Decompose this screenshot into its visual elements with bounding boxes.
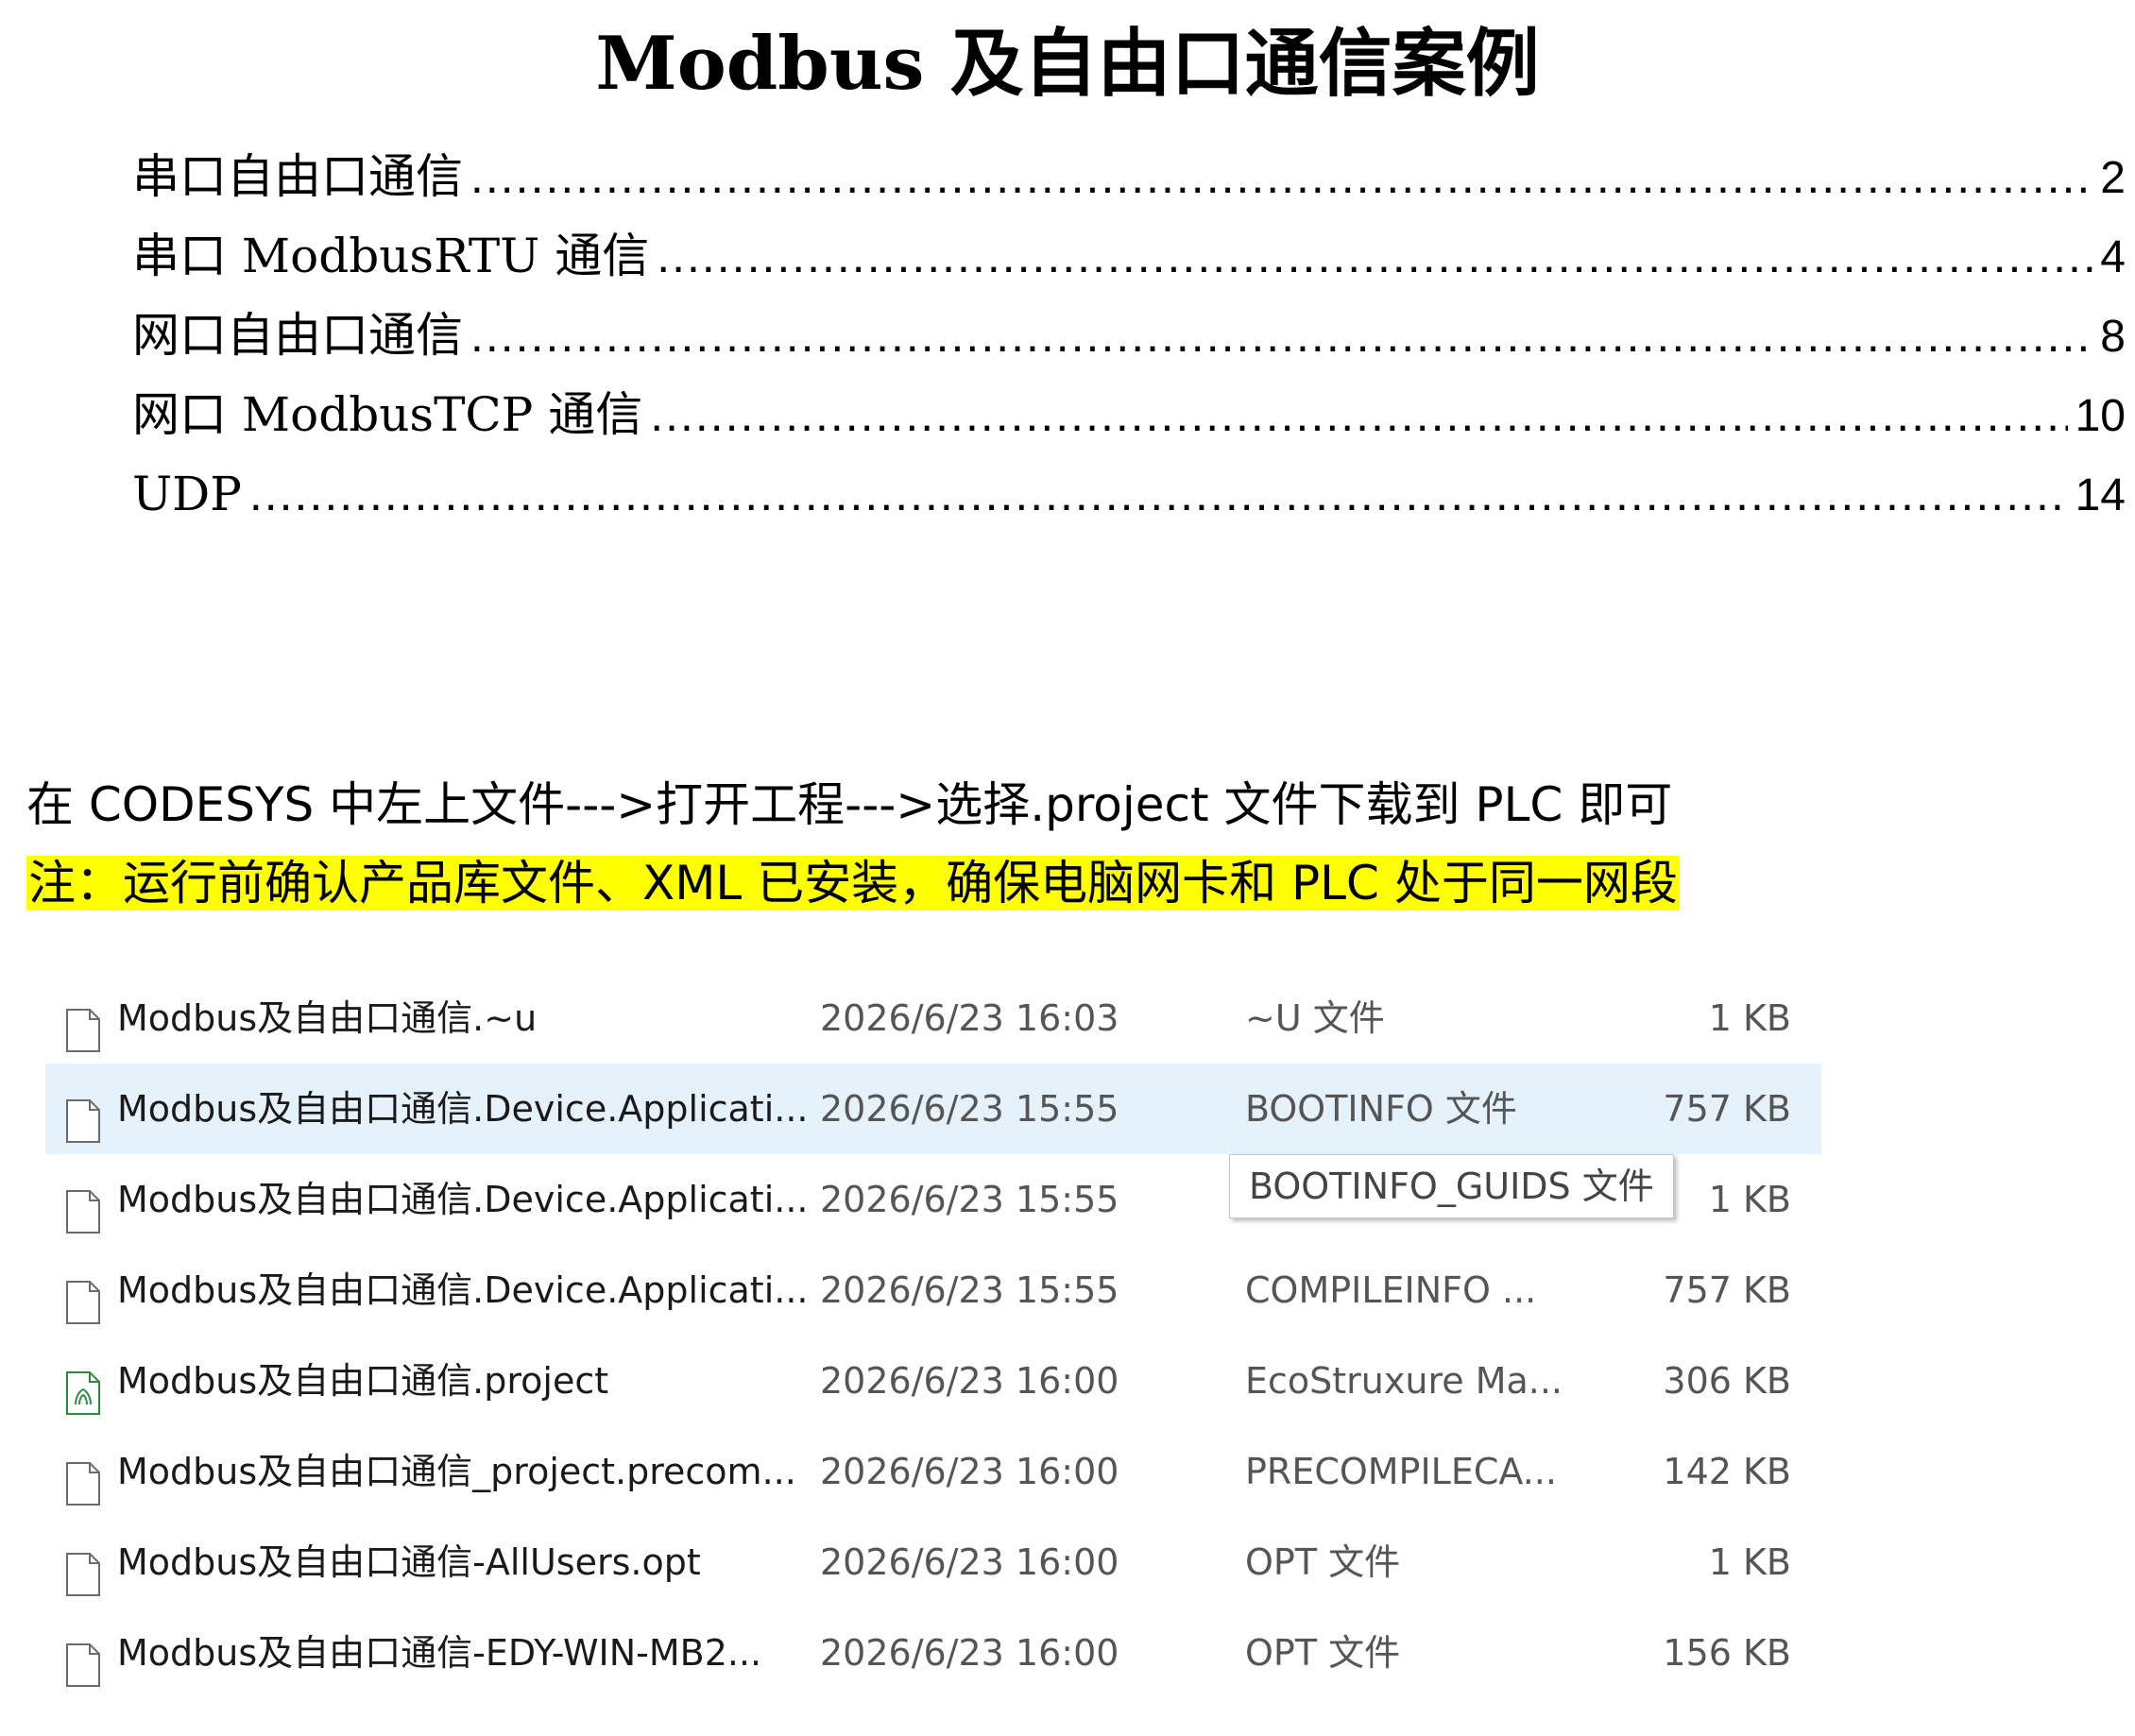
file-type: OPT 文件 [1245, 1541, 1401, 1583]
file-size: 757 KB [1663, 1088, 1791, 1130]
file-type-tooltip: BOOTINFO_GUIDS 文件 [1229, 1154, 1674, 1218]
table-of-contents: 串口自由口通信 2 串口 ModbusRTU 通信 4 网口自由口通信 8 网口… [132, 137, 2126, 534]
file-row[interactable]: Modbus及自由口通信-EDY-WIN-MB2... 2026/6/23 16… [45, 1608, 1821, 1698]
file-icon [64, 1540, 102, 1596]
file-date: 2026/6/23 15:55 [820, 1088, 1119, 1130]
file-date: 2026/6/23 15:55 [820, 1269, 1119, 1311]
toc-entry-page: 2 [2100, 153, 2126, 203]
file-icon [64, 1449, 102, 1506]
file-size: 1 KB [1708, 1179, 1791, 1220]
file-name: Modbus及自由口通信.project [117, 1360, 609, 1402]
highlighted-note: 注：运行前确认产品库文件、XML 已安装，确保电脑网卡和 PLC 处于同一网段 [26, 856, 1680, 911]
file-date: 2026/6/23 16:00 [820, 1360, 1119, 1402]
file-date: 2026/6/23 16:00 [820, 1451, 1119, 1492]
toc-entry-page: 14 [2075, 470, 2126, 520]
file-icon [64, 996, 102, 1052]
toc-leader-dots [249, 454, 2068, 534]
file-type: PRECOMPILECA... [1245, 1451, 1557, 1492]
toc-entry-label: UDP [132, 467, 242, 521]
file-name: Modbus及自由口通信.Device.Applicati... [117, 1179, 809, 1220]
toc-entry-label: 串口自由口通信 [132, 149, 463, 204]
toc-entry[interactable]: 串口自由口通信 2 [132, 137, 2126, 216]
file-name: Modbus及自由口通信.Device.Applicati... [117, 1269, 809, 1311]
toc-entry-label: 网口 ModbusTCP 通信 [132, 387, 643, 442]
file-size: 757 KB [1663, 1269, 1791, 1311]
file-icon [64, 1268, 102, 1324]
file-size: 1 KB [1708, 1541, 1791, 1583]
file-row-selected[interactable]: Modbus及自由口通信.Device.Applicati... 2026/6/… [45, 1064, 1821, 1154]
file-type: BOOTINFO 文件 [1245, 1088, 1517, 1130]
file-icon [64, 1177, 102, 1234]
file-size: 306 KB [1663, 1360, 1791, 1402]
file-date: 2026/6/23 16:00 [820, 1541, 1119, 1583]
file-type: EcoStruxure Ma... [1245, 1360, 1563, 1402]
note-line: 注：运行前确认产品库文件、XML 已安装，确保电脑网卡和 PLC 处于同一网段 [26, 845, 2105, 921]
file-date: 2026/6/23 15:55 [820, 1179, 1119, 1220]
file-icon [64, 1630, 102, 1687]
file-size: 156 KB [1663, 1632, 1791, 1674]
file-size: 142 KB [1663, 1451, 1791, 1492]
instruction-text: 在 CODESYS 中左上文件--->打开工程--->选择.project 文件… [26, 777, 1673, 832]
file-icon [64, 1086, 102, 1143]
file-date: 2026/6/23 16:03 [820, 997, 1119, 1039]
toc-entry-label: 串口 ModbusRTU 通信 [132, 229, 650, 283]
toc-entry[interactable]: 串口 ModbusRTU 通信 4 [132, 216, 2126, 296]
file-name: Modbus及自由口通信_project.precom... [117, 1451, 796, 1492]
file-row[interactable]: Modbus及自由口通信.project 2026/6/23 16:00 Eco… [45, 1336, 1821, 1426]
file-row[interactable]: Modbus及自由口通信-AllUsers.opt 2026/6/23 16:0… [45, 1517, 1821, 1608]
file-list-screenshot: Modbus及自由口通信.~u 2026/6/23 16:03 ~U 文件 1 … [45, 973, 1821, 1698]
toc-entry[interactable]: 网口 ModbusTCP 通信 10 [132, 375, 2126, 454]
file-row[interactable]: Modbus及自由口通信.~u 2026/6/23 16:03 ~U 文件 1 … [45, 973, 1821, 1064]
toc-leader-dots [650, 375, 2067, 454]
toc-entry-page: 10 [2075, 391, 2126, 441]
file-row[interactable]: Modbus及自由口通信.Device.Applicati... 2026/6/… [45, 1245, 1821, 1336]
toc-leader-dots [657, 216, 2092, 296]
file-name: Modbus及自由口通信.Device.Applicati... [117, 1088, 809, 1130]
toc-entry[interactable]: UDP 14 [132, 454, 2126, 534]
toc-entry-page: 8 [2100, 312, 2126, 362]
file-type: ~U 文件 [1245, 997, 1385, 1039]
file-date: 2026/6/23 16:00 [820, 1632, 1119, 1674]
toc-leader-dots [470, 296, 2092, 375]
file-name: Modbus及自由口通信-EDY-WIN-MB2... [117, 1632, 762, 1674]
file-name: Modbus及自由口通信-AllUsers.opt [117, 1541, 701, 1583]
file-name: Modbus及自由口通信.~u [117, 997, 538, 1039]
toc-leader-dots [470, 137, 2092, 216]
document-title: Modbus 及自由口通信案例 [595, 21, 1540, 107]
file-row[interactable]: Modbus及自由口通信_project.precom... 2026/6/23… [45, 1426, 1821, 1517]
file-row[interactable]: Modbus及自由口通信.Device.Applicati... 2026/6/… [45, 1154, 1821, 1245]
project-file-icon [64, 1358, 102, 1415]
file-size: 1 KB [1708, 997, 1791, 1039]
toc-entry[interactable]: 网口自由口通信 8 [132, 296, 2126, 375]
toc-entry-page: 4 [2100, 232, 2126, 282]
file-type: COMPILEINFO ... [1245, 1269, 1537, 1311]
toc-entry-label: 网口自由口通信 [132, 308, 463, 363]
file-type: OPT 文件 [1245, 1632, 1401, 1674]
